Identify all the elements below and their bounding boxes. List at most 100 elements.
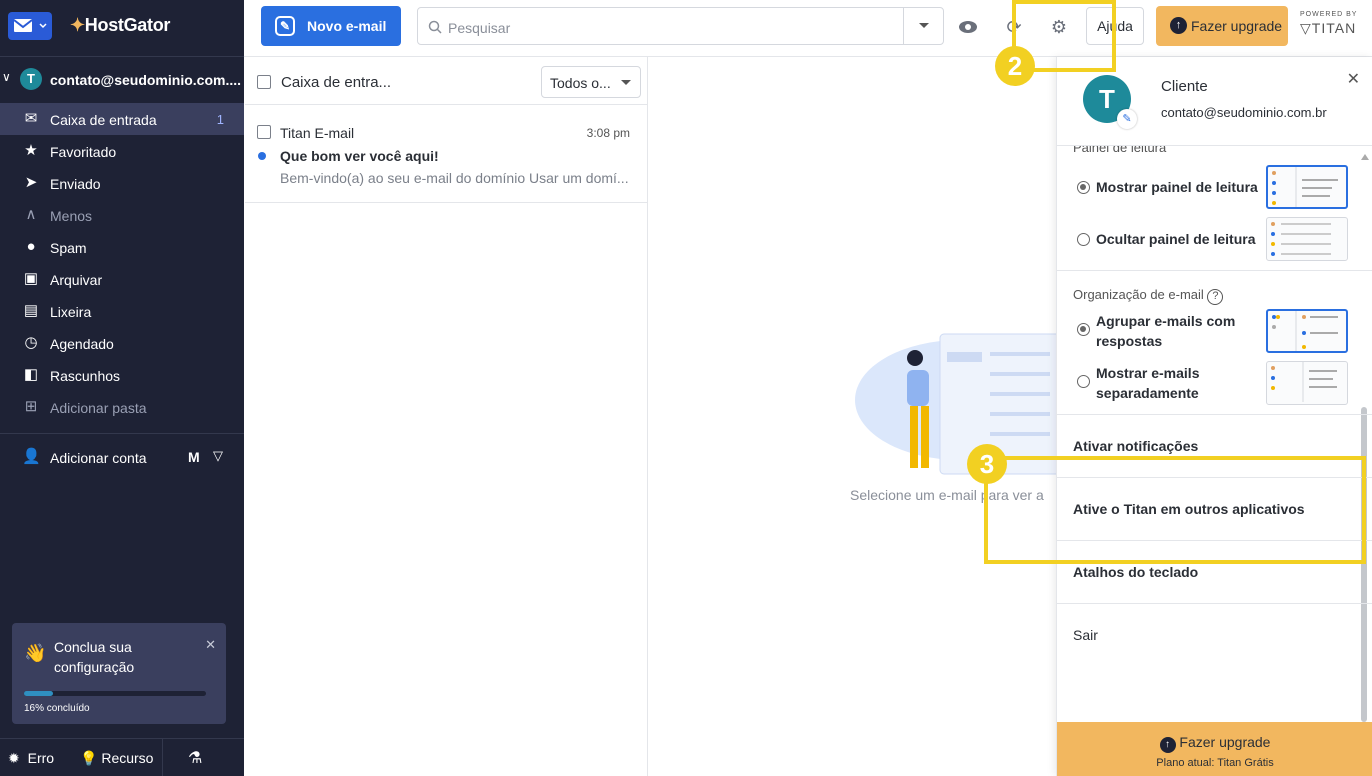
- radio-separate-emails[interactable]: [1077, 375, 1090, 388]
- email-sender: Titan E-mail: [280, 125, 355, 141]
- labs-flask-icon[interactable]: ⚗: [188, 748, 202, 768]
- compose-icon: ✎: [275, 16, 295, 36]
- help-circle-icon[interactable]: ?: [1207, 289, 1224, 305]
- sidebar-item-less[interactable]: ∧ Menos: [0, 199, 244, 231]
- select-all-checkbox[interactable]: [257, 75, 271, 89]
- plus-icon: ⊞: [24, 398, 38, 415]
- inbox-icon: ✉: [24, 110, 38, 127]
- sidebar-item-drafts[interactable]: ◧ Rascunhos: [0, 359, 244, 391]
- arrow-up-icon: ↑: [1159, 737, 1176, 753]
- search-icon: [428, 20, 442, 34]
- alert-icon: ●: [26, 238, 36, 255]
- app-window: ✦HostGator ∨ T contato@seudominio.com...…: [0, 0, 1372, 776]
- grouped-preview-icon: [1266, 309, 1348, 353]
- sidebar-divider: [0, 433, 244, 434]
- radio-hide-reading[interactable]: [1077, 233, 1090, 246]
- close-icon[interactable]: ✕: [205, 637, 216, 653]
- email-checkbox[interactable]: [257, 125, 271, 139]
- lightbulb-icon: 💡: [80, 750, 98, 766]
- list-item[interactable]: Titan E-mail 3:08 pm Que bom ver você aq…: [245, 105, 648, 203]
- email-time: 3:08 pm: [586, 126, 630, 140]
- arrow-up-icon: ↑: [1170, 17, 1187, 34]
- radio-group-emails[interactable]: [1077, 323, 1090, 336]
- setup-progress-card[interactable]: 👋 Conclua sua configuração ✕ 16% concluíd…: [12, 623, 226, 724]
- upgrade-button[interactable]: ↑ Fazer upgrade: [1156, 6, 1288, 46]
- folder-title: Caixa de entra...: [281, 74, 392, 91]
- reading-pane-preview-icon: [1266, 165, 1348, 209]
- sidebar-item-scheduled[interactable]: ◷ Agendado: [0, 327, 244, 359]
- separate-preview-icon: [1266, 361, 1348, 405]
- app-switcher-button[interactable]: [8, 12, 52, 40]
- sidebar-item-inbox[interactable]: ✉ Caixa de entrada 1: [0, 103, 244, 135]
- mail-list-pane: Caixa de entra... Todos o... Titan E-mai…: [245, 57, 648, 776]
- hostgator-logo: ✦HostGator: [70, 15, 171, 35]
- highlight-box-step-3: [984, 456, 1366, 564]
- email-preview: Bem-vindo(a) ao seu e-mail do domínio Us…: [280, 170, 629, 186]
- sidebar-item-archive[interactable]: ▣ Arquivar: [0, 263, 244, 295]
- search-input[interactable]: Pesquisar: [417, 7, 944, 45]
- waving-hand-icon: 👋: [24, 643, 47, 663]
- sidebar-header: ✦HostGator: [0, 0, 244, 57]
- current-plan-label: Plano atual: Titan Grátis: [1156, 757, 1274, 769]
- powered-by-titan: POWERED BY ▽TITAN: [1300, 11, 1358, 36]
- progress-label: 16% concluído: [24, 703, 90, 714]
- unread-dot-icon: [258, 152, 266, 160]
- progress-bar: [24, 691, 206, 696]
- add-user-icon: 👤: [22, 448, 41, 465]
- hidden-pane-preview-icon: [1266, 217, 1348, 261]
- report-bug-button[interactable]: ✹ Erro: [8, 750, 54, 767]
- star-icon: ★: [24, 142, 38, 159]
- new-email-button[interactable]: ✎ Novo e-mail: [261, 6, 401, 46]
- sidebar-footer: ✹ Erro 💡 Recurso ⚗: [0, 738, 244, 776]
- trash-icon: ▤: [23, 302, 39, 319]
- titan-icon: ▽: [213, 448, 223, 463]
- sidebar-item-spam[interactable]: ● Spam: [0, 231, 244, 263]
- avatar: T: [20, 68, 42, 90]
- keyboard-shortcuts-item[interactable]: Atalhos do teclado: [1073, 564, 1198, 580]
- settings-panel: T ✎ Cliente contato@seudominio.com.br ✕ …: [1056, 57, 1372, 776]
- logout-item[interactable]: Sair: [1073, 627, 1098, 643]
- gmail-icon: M: [188, 449, 200, 465]
- scrollbar[interactable]: [1361, 407, 1367, 722]
- search-options-dropdown[interactable]: [903, 8, 943, 44]
- archive-icon: ▣: [23, 270, 39, 287]
- enable-notifications-item[interactable]: Ativar notificações: [1073, 438, 1198, 454]
- setup-title-line1: Conclua sua: [54, 639, 132, 655]
- close-icon[interactable]: ✕: [1347, 69, 1360, 89]
- titan-logo-icon: ▽: [1300, 20, 1312, 36]
- sidebar-item-trash[interactable]: ▤ Lixeira: [0, 295, 244, 327]
- user-email: contato@seudominio.com.br: [1161, 105, 1327, 120]
- list-header: Caixa de entra... Todos o...: [245, 57, 648, 105]
- radio-show-reading[interactable]: [1077, 181, 1090, 194]
- progress-fill: [24, 691, 54, 696]
- panel-upgrade-button[interactable]: ↑ Fazer upgrade Plano atual: Titan Gráti…: [1057, 722, 1372, 776]
- mail-icon: [13, 19, 47, 32]
- setup-title-line2: configuração: [54, 659, 135, 675]
- send-icon: ➤: [24, 174, 38, 191]
- email-subject: Que bom ver você aqui!: [280, 148, 439, 164]
- edit-pencil-icon[interactable]: ✎: [1117, 109, 1137, 129]
- org-section-label: Organização de e-mail ?: [1073, 287, 1224, 305]
- sidebar-item-sent[interactable]: ➤ Enviado: [0, 167, 244, 199]
- step-3-marker: 3: [967, 444, 1007, 484]
- bug-icon: ✹: [8, 750, 20, 766]
- user-name: Cliente: [1161, 78, 1208, 95]
- caret-down-icon: [621, 80, 631, 85]
- sidebar-item-starred[interactable]: ★ Favoritado: [0, 135, 244, 167]
- eye-icon[interactable]: [955, 14, 981, 40]
- scroll-up-arrow-icon[interactable]: [1361, 154, 1369, 160]
- reading-section-label: Painel de leitura: [1073, 146, 1167, 155]
- unread-count-badge: 1: [216, 112, 224, 127]
- caret-down-icon: [919, 23, 929, 28]
- clock-icon: ◷: [24, 334, 38, 351]
- add-account-button[interactable]: 👤 Adicionar conta M ▽: [0, 441, 244, 473]
- sidebar-item-add-folder[interactable]: ⊞ Adicionar pasta: [0, 391, 244, 423]
- chevron-down-icon: ∨: [2, 70, 11, 84]
- filter-select[interactable]: Todos o...: [541, 66, 641, 98]
- sidebar: ✦HostGator ∨ T contato@seudominio.com...…: [0, 0, 244, 776]
- feature-request-button[interactable]: 💡 Recurso: [80, 750, 153, 767]
- draft-icon: ◧: [23, 366, 39, 383]
- chevron-up-icon: ∧: [25, 206, 37, 223]
- account-row[interactable]: ∨ T contato@seudominio.com....: [0, 66, 244, 94]
- step-2-marker: 2: [995, 46, 1035, 86]
